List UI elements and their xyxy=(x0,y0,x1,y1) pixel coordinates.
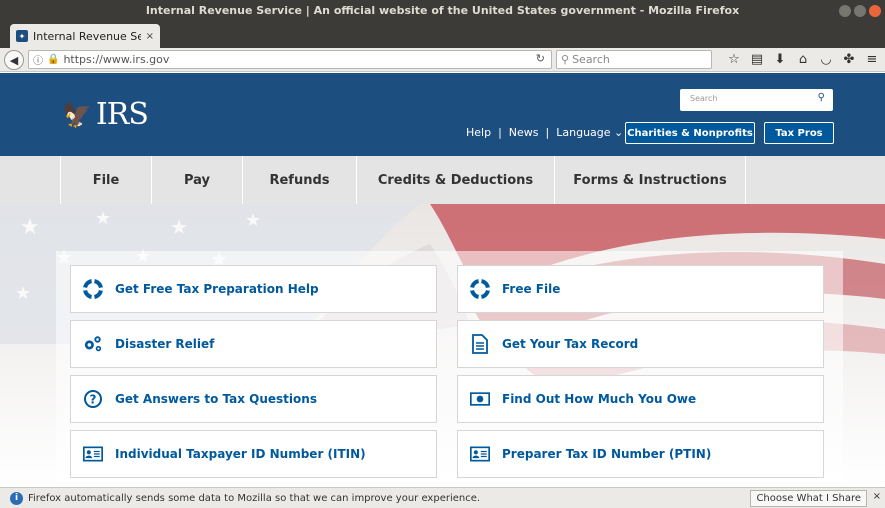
utility-nav: Help | News | Language ⌄ | xyxy=(466,126,641,139)
lifebuoy-icon xyxy=(83,279,103,299)
notification-text: Firefox automatically sends some data to… xyxy=(28,492,481,504)
nav-file[interactable]: File xyxy=(60,156,152,204)
url-bar[interactable]: ⓘ 🔒 https://www.irs.gov ↻ xyxy=(28,50,552,69)
quick-link-free-file[interactable]: Free File xyxy=(457,265,824,313)
nav-pay[interactable]: Pay xyxy=(152,156,243,204)
site-search-input[interactable]: Search ⚲ xyxy=(680,89,833,111)
help-link[interactable]: Help xyxy=(466,126,491,139)
main-nav: File Pay Refunds Credits & Deductions Fo… xyxy=(0,156,885,204)
nav-refunds[interactable]: Refunds xyxy=(243,156,357,204)
nav-forms-instructions[interactable]: Forms & Instructions xyxy=(555,156,746,204)
url-text[interactable]: https://www.irs.gov xyxy=(63,53,169,66)
quick-link-itin[interactable]: Individual Taxpayer ID Number (ITIN) xyxy=(70,430,437,478)
svg-text:★: ★ xyxy=(20,215,40,240)
site-info-icon[interactable]: ⓘ xyxy=(33,52,43,67)
quick-link-label: Free File xyxy=(502,282,561,296)
irs-logo-text: IRS xyxy=(95,97,149,132)
money-icon xyxy=(470,389,490,409)
tab-close-icon[interactable]: × xyxy=(146,31,154,42)
tab-label: Internal Revenue Servic xyxy=(33,29,141,43)
quick-link-tax-record[interactable]: Get Your Tax Record xyxy=(457,320,824,368)
menu-icon[interactable]: ≡ xyxy=(865,51,879,68)
quick-link-how-much-owe[interactable]: Find Out How Much You Owe xyxy=(457,375,824,423)
back-arrow-icon: ◀ xyxy=(9,53,19,67)
bookmark-star-icon[interactable]: ☆ xyxy=(727,51,741,68)
close-window-button[interactable] xyxy=(869,5,881,17)
quick-link-disaster-relief[interactable]: Disaster Relief xyxy=(70,320,437,368)
toolbar-icons: ☆ ▤ ⬇ ⌂ ◡ ✤ ≡ xyxy=(727,51,879,68)
info-icon: i xyxy=(10,491,23,505)
quick-link-label: Get Answers to Tax Questions xyxy=(115,392,317,406)
quick-link-tax-questions[interactable]: ? Get Answers to Tax Questions xyxy=(70,375,437,423)
document-icon xyxy=(470,334,490,354)
search-icon: ⚲ xyxy=(561,53,570,66)
irs-header: 🦅 IRS Search ⚲ Help | News | Language ⌄ … xyxy=(0,73,885,156)
window-titlebar: Internal Revenue Service | An official w… xyxy=(0,0,885,22)
tax-pros-button[interactable]: Tax Pros xyxy=(764,122,834,144)
site-search-placeholder: Search xyxy=(690,94,718,103)
downloads-icon[interactable]: ⬇ xyxy=(773,51,787,68)
id-card-icon xyxy=(470,444,490,464)
svg-text:★: ★ xyxy=(15,283,31,304)
svg-text:★: ★ xyxy=(245,210,261,231)
notification-bar: i Firefox automatically sends some data … xyxy=(0,487,885,508)
quick-link-label: Individual Taxpayer ID Number (ITIN) xyxy=(115,447,366,461)
choose-what-i-share-button[interactable]: Choose What I Share xyxy=(750,490,867,507)
separator: | xyxy=(498,126,502,139)
quick-link-label: Preparer Tax ID Number (PTIN) xyxy=(502,447,712,461)
quick-link-ptin[interactable]: Preparer Tax ID Number (PTIN) xyxy=(457,430,824,478)
question-circle-icon: ? xyxy=(83,389,103,409)
maximize-button[interactable] xyxy=(854,5,866,17)
gears-icon xyxy=(83,334,103,354)
svg-text:★: ★ xyxy=(170,215,188,239)
eagle-logo-icon: 🦅 xyxy=(62,100,92,129)
tab-irs[interactable]: ✦ Internal Revenue Servic × xyxy=(10,24,160,48)
pocket-icon[interactable]: ◡ xyxy=(819,51,833,68)
quick-link-label: Get Free Tax Preparation Help xyxy=(115,282,319,296)
language-dropdown[interactable]: Language ⌄ xyxy=(556,126,623,139)
quick-link-free-tax-prep[interactable]: Get Free Tax Preparation Help xyxy=(70,265,437,313)
lock-icon: 🔒 xyxy=(47,54,60,65)
site-search-icon[interactable]: ⚲ xyxy=(818,92,825,103)
reading-list-icon[interactable]: ▤ xyxy=(750,51,764,68)
quick-link-label: Get Your Tax Record xyxy=(502,337,639,351)
news-link[interactable]: News xyxy=(509,126,539,139)
home-icon[interactable]: ⌂ xyxy=(796,51,810,68)
notification-close-icon[interactable]: × xyxy=(873,491,881,502)
irs-logo[interactable]: 🦅 IRS xyxy=(62,97,149,132)
quick-link-label: Disaster Relief xyxy=(115,337,215,351)
irs-favicon-icon: ✦ xyxy=(16,30,28,42)
separator: | xyxy=(545,126,550,139)
search-placeholder: Search xyxy=(572,53,610,66)
quick-link-label: Find Out How Much You Owe xyxy=(502,392,697,406)
extension-icon[interactable]: ✤ xyxy=(842,51,856,68)
window-title: Internal Revenue Service | An official w… xyxy=(145,4,740,17)
minimize-button[interactable] xyxy=(839,5,851,17)
reload-icon[interactable]: ↻ xyxy=(536,52,545,65)
id-card-icon xyxy=(83,444,103,464)
window-controls xyxy=(839,5,881,17)
back-button[interactable]: ◀ xyxy=(4,50,24,70)
svg-text:?: ? xyxy=(90,393,97,407)
tab-strip: ✦ Internal Revenue Servic × + xyxy=(0,22,885,65)
browser-search-field[interactable]: ⚲ Search xyxy=(556,50,712,69)
charities-nonprofits-button[interactable]: Charities & Nonprofits xyxy=(625,122,755,144)
navigation-bar: ◀ ⓘ 🔒 https://www.irs.gov ↻ ⚲ Search ☆ ▤… xyxy=(0,48,885,72)
lifebuoy-icon xyxy=(470,279,490,299)
nav-credits-deductions[interactable]: Credits & Deductions xyxy=(357,156,555,204)
svg-text:★: ★ xyxy=(95,208,111,229)
